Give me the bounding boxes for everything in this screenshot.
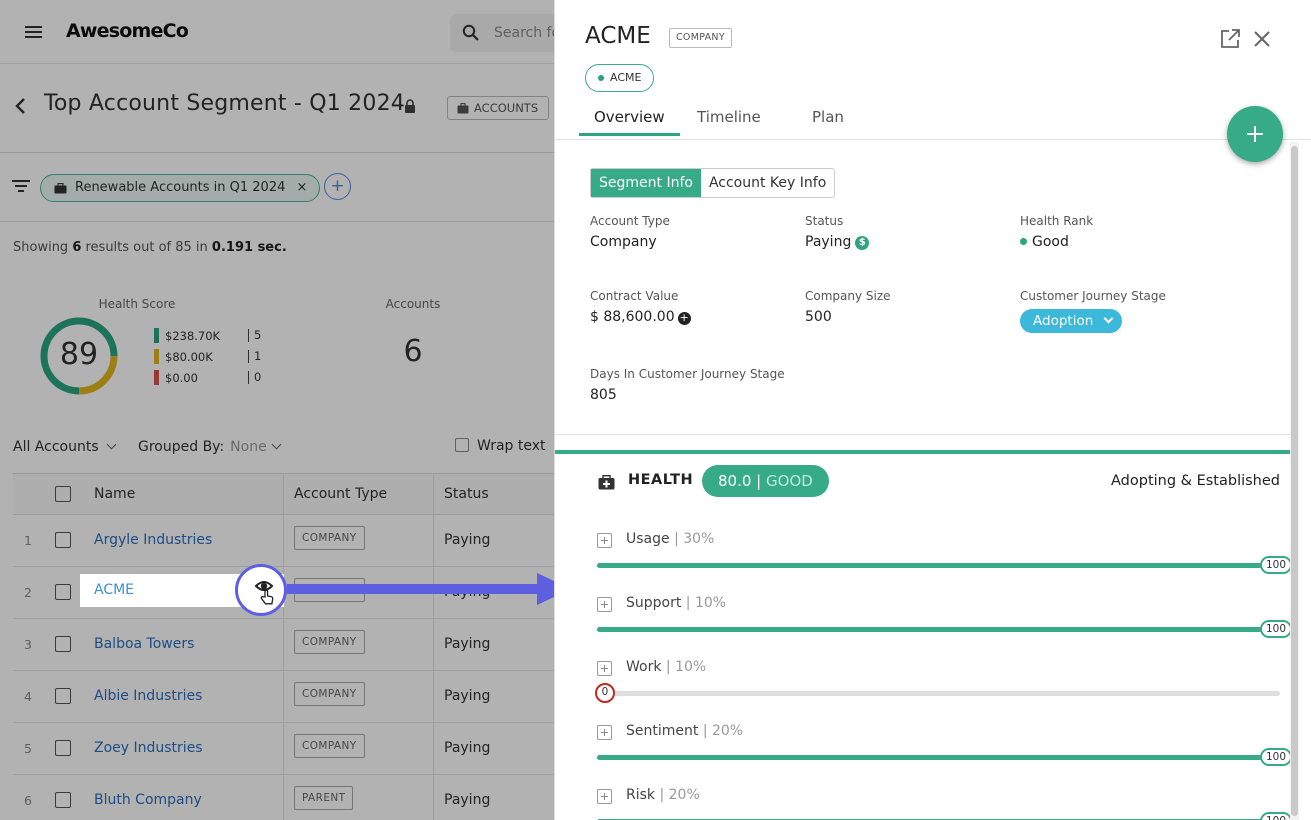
segment-tabs: Segment Info Account Key Info xyxy=(590,168,836,198)
expand-icon[interactable] xyxy=(597,789,612,804)
metric-score-marker: 0 xyxy=(595,683,615,703)
account-name: ACME xyxy=(585,23,651,49)
field-days-in-stage: Days In Customer Journey Stage 805 xyxy=(590,367,785,403)
expand-icon[interactable] xyxy=(597,725,612,740)
health-title: HEALTH xyxy=(628,472,694,488)
tab-segment-info[interactable]: Segment Info xyxy=(591,169,701,197)
metric-score-marker: 100 xyxy=(1259,620,1292,638)
health-stage: Adopting & Established xyxy=(1111,473,1280,489)
journey-stage-dropdown[interactable]: Adoption xyxy=(1020,309,1123,333)
open-external-icon[interactable] xyxy=(1219,28,1241,50)
metric-score-marker: 100 xyxy=(1259,556,1292,574)
tab-timeline[interactable]: Timeline xyxy=(697,108,761,126)
scrollbar[interactable] xyxy=(1290,142,1299,820)
preview-button[interactable] xyxy=(235,564,287,616)
medical-kit-icon xyxy=(598,475,615,490)
field-company-size: Company Size 500 xyxy=(805,289,891,325)
expand-icon[interactable] xyxy=(597,533,612,548)
tab-overview[interactable]: Overview xyxy=(579,108,680,136)
metric-label: Usage | 30% xyxy=(626,531,715,547)
account-chip[interactable]: ACME xyxy=(585,64,655,92)
health-score-badge: 80.0 | GOOD xyxy=(702,465,829,497)
tab-account-key-info[interactable]: Account Key Info xyxy=(701,169,834,197)
field-status: Status Paying $ xyxy=(805,214,870,250)
field-health-rank: Health Rank Good xyxy=(1020,214,1094,250)
segment-info-section: Segment Info Account Key Info Account Ty… xyxy=(555,140,1292,435)
metric-label: Sentiment | 20% xyxy=(626,723,744,739)
close-icon[interactable] xyxy=(1253,30,1271,48)
status-dot-icon xyxy=(1020,238,1027,245)
metric-label: Work | 10% xyxy=(626,659,707,675)
metric-progress-bar: 0 xyxy=(595,683,1280,703)
field-contract-value: Contract Value $ 88,600.00 + xyxy=(590,289,691,325)
health-metric: Risk | 20% 100 xyxy=(597,787,1292,820)
field-account-type: Account Type Company xyxy=(590,214,670,250)
tab-plan[interactable]: Plan xyxy=(812,108,844,126)
metric-progress-bar: 100 xyxy=(597,620,1292,638)
chevron-down-icon xyxy=(1103,313,1114,324)
health-metric: Usage | 30% 100 xyxy=(597,531,1292,597)
expand-icon[interactable] xyxy=(597,661,612,676)
metric-label: Risk | 20% xyxy=(626,787,700,803)
health-section: HEALTH 80.0 | GOOD Adopting & Establishe… xyxy=(555,450,1292,820)
account-type-tag: COMPANY xyxy=(669,28,732,48)
metric-label: Support | 10% xyxy=(626,595,727,611)
metric-score-marker: 100 xyxy=(1259,748,1292,766)
dollar-icon: $ xyxy=(855,236,870,250)
annotation-arrow-icon xyxy=(287,572,572,606)
health-metric: Work | 10% 0 xyxy=(595,659,1280,725)
field-journey-stage: Customer Journey Stage Adoption xyxy=(1020,289,1166,333)
account-detail-panel: ACME COMPANY ACME Overview Timeline Plan… xyxy=(554,0,1311,820)
metric-score-marker: 100 xyxy=(1259,812,1292,820)
metric-progress-bar: 100 xyxy=(597,748,1292,766)
add-circle-icon[interactable]: + xyxy=(677,312,691,325)
health-metric: Support | 10% 100 xyxy=(597,595,1292,661)
panel-header: ACME COMPANY ACME Overview Timeline Plan xyxy=(555,0,1311,140)
eye-icon xyxy=(254,581,274,605)
metric-progress-bar: 100 xyxy=(597,556,1292,574)
health-metric: Sentiment | 20% 100 xyxy=(597,723,1292,789)
add-action-button[interactable] xyxy=(1227,106,1283,162)
expand-icon[interactable] xyxy=(597,597,612,612)
